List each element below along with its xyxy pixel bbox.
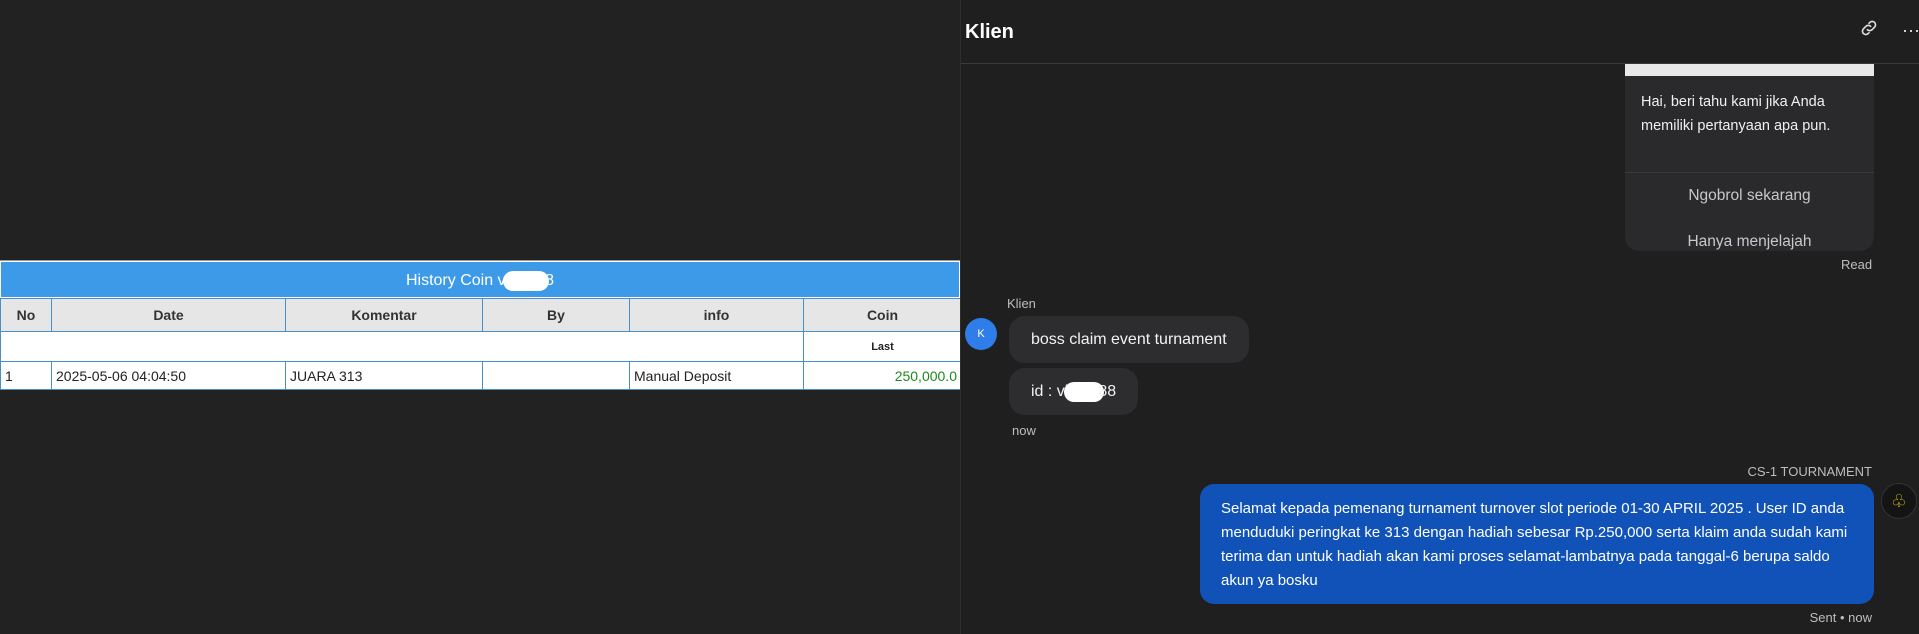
link-icon[interactable] [1856, 18, 1882, 44]
chat-panel: Klien ⋯ Hai, beri tahu kami jika Anda me… [960, 0, 1919, 634]
welcome-card: Hai, beri tahu kami jika Anda memiliki p… [1625, 64, 1874, 251]
sent-status: Sent • now [1809, 610, 1872, 625]
chat-title: Klien [965, 21, 1014, 43]
chat-header: Klien ⋯ [961, 0, 1919, 64]
cell-no: 1 [0, 361, 52, 390]
card-top-bar [1625, 64, 1874, 76]
cell-info: Manual Deposit [629, 361, 804, 390]
column-header-komentar[interactable]: Komentar [285, 298, 483, 332]
last-row: Last [0, 331, 960, 362]
incoming-message: boss claim event turnament [1009, 316, 1249, 363]
agent-name: CS-1 TOURNAMENT [1747, 464, 1872, 479]
table-header-row: No Date Komentar By info Coin [0, 298, 960, 332]
incoming-message: id : vi 88 [1009, 368, 1139, 415]
read-receipt: Read [1841, 257, 1873, 272]
cell-komentar: JUARA 313 [285, 361, 483, 390]
cell-coin: 250,000.0 [803, 361, 960, 390]
history-coin-panel: History Coin vi 8 No Date Komentar By inf… [0, 260, 960, 390]
empty-cell [0, 331, 804, 362]
cell-date: 2025-05-06 04:04:50 [51, 361, 286, 390]
history-coin-title: History Coin vi 8 [0, 261, 960, 298]
chat-now-button[interactable]: Ngobrol sekarang [1625, 173, 1874, 219]
column-header-by[interactable]: By [482, 298, 630, 332]
message-text-prefix: id : vi [1031, 383, 1069, 400]
redaction-mark [503, 270, 550, 291]
history-title-suffix: 8 [545, 272, 555, 289]
column-header-no[interactable]: No [0, 298, 52, 332]
column-header-info[interactable]: info [629, 298, 804, 332]
sender-name: Klien [1007, 296, 1036, 311]
last-label: Last [803, 331, 960, 362]
agent-logo-icon: ♧ [1881, 483, 1917, 519]
more-icon[interactable]: ⋯ [1898, 18, 1919, 44]
welcome-message: Hai, beri tahu kami jika Anda memiliki p… [1641, 94, 1831, 134]
coin-history-table: No Date Komentar By info Coin Last 1 202… [0, 298, 960, 390]
outgoing-message: Selamat kepada pemenang turnament turnov… [1200, 484, 1874, 604]
avatar: K [965, 318, 997, 350]
table-row: 1 2025-05-06 04:04:50 JUARA 313 Manual D… [0, 361, 960, 390]
history-title-prefix: History Coin vi [405, 272, 510, 289]
column-header-date[interactable]: Date [51, 298, 286, 332]
column-header-coin[interactable]: Coin [803, 298, 960, 332]
message-timestamp: now [1012, 423, 1036, 438]
just-browsing-button[interactable]: Hanya menjelajah [1625, 219, 1874, 251]
message-text-suffix: 88 [1098, 383, 1117, 400]
cell-by [482, 361, 630, 390]
